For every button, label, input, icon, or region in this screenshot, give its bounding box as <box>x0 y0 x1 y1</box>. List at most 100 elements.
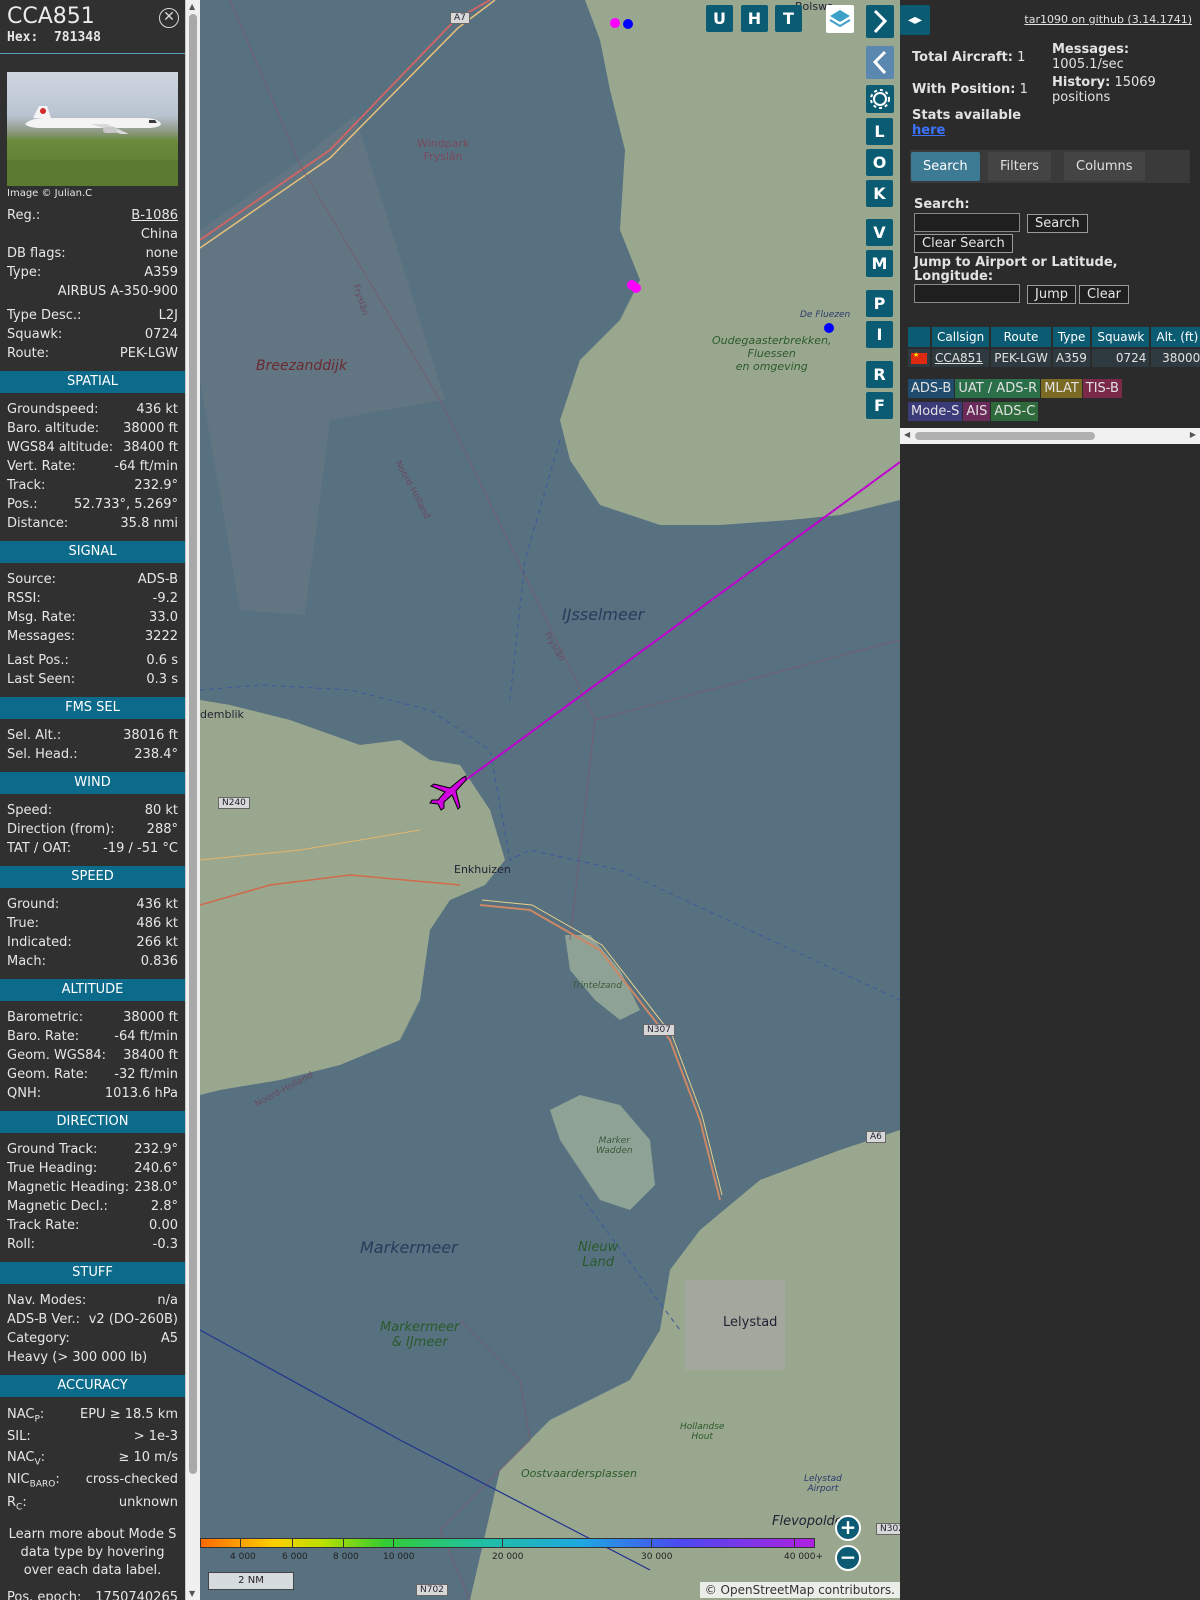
map-button-u[interactable]: U <box>706 5 733 32</box>
info-row: Direction (from): 288° <box>0 820 185 839</box>
map-label-enkhuizen: Enkhuizen <box>454 863 511 876</box>
info-row: Indicated: 266 kt <box>0 933 185 952</box>
search-button[interactable]: Search <box>1027 214 1088 233</box>
map-button-f[interactable]: F <box>866 392 893 419</box>
search-label: Search: <box>914 197 970 212</box>
nacv-row: NACV: ≥ 10 m/s <box>7 1450 178 1468</box>
info-row-value: 240.6° <box>134 1161 178 1176</box>
zoom-in-button[interactable]: + <box>835 1515 861 1541</box>
scroll-left-icon[interactable]: ◀ <box>904 430 910 439</box>
panel-topbar: ◂▸ tar1090 on github (3.14.1741) <box>900 0 1200 40</box>
col-header-squawk[interactable]: Squawk <box>1092 327 1150 347</box>
squawk-cell: 0724 <box>1092 349 1150 367</box>
close-icon[interactable]: ✕ <box>159 8 179 28</box>
map-button-h[interactable]: H <box>741 5 768 32</box>
scroll-right-icon[interactable]: ▶ <box>1190 430 1196 439</box>
section-header-spatial: SPATIAL <box>0 371 185 393</box>
scrollbar-thumb[interactable] <box>189 14 197 1474</box>
clear-jump-button[interactable]: Clear <box>1079 285 1129 304</box>
aircraft-info-panel: CCA851 Hex: 781348 ✕ Image © Julian.C Re… <box>0 0 185 1600</box>
aircraft-marker-icon[interactable] <box>428 772 468 812</box>
expand-right-icon[interactable] <box>866 5 894 38</box>
collapse-left-icon[interactable] <box>866 46 894 79</box>
messages-rate-value: 1005.1/sec <box>1052 57 1124 72</box>
col-header-type[interactable]: Type <box>1052 327 1091 347</box>
route-row: Route: PEK-LGW <box>7 346 178 361</box>
col-header-flag[interactable] <box>908 327 930 347</box>
info-panel-scrollbar[interactable]: ▲ ▼ <box>185 0 200 1600</box>
table-row[interactable]: ★ CCA851 PEK-LGW A359 0724 38000 <box>908 349 1200 367</box>
info-row-label: ADS-B Ver.: <box>7 1312 80 1327</box>
map-button-l[interactable]: L <box>866 118 893 145</box>
map-button-i[interactable]: I <box>866 321 893 348</box>
registration-link[interactable]: B-1086 <box>131 206 178 225</box>
info-row-value: 38000 ft <box>123 1010 178 1025</box>
github-link[interactable]: tar1090 on github (3.14.1741) <box>1024 13 1192 26</box>
col-header-route[interactable]: Route <box>991 327 1051 347</box>
info-row-label: Speed: <box>7 803 53 818</box>
source-badge-mode-s: Mode-S <box>908 402 963 421</box>
info-row: Speed: 80 kt <box>0 801 185 820</box>
map-button-p[interactable]: P <box>866 290 893 317</box>
info-row: Sel. Head.: 238.4° <box>0 745 185 764</box>
settings-gear-icon[interactable] <box>866 85 894 113</box>
info-row: Mach: 0.836 <box>0 952 185 971</box>
info-row: Barometric: 38000 ft <box>0 1008 185 1027</box>
map-button-v[interactable]: V <box>866 219 893 246</box>
jump-input[interactable] <box>914 284 1020 303</box>
altitude-color-scale: 4 000 6 000 8 000 10 000 20 000 30 000 40 000+ <box>200 1538 823 1570</box>
map-button-t[interactable]: T <box>775 5 802 32</box>
osm-link[interactable]: OpenStreetMap <box>721 1583 815 1597</box>
info-row: WGS84 altitude: 38400 ft <box>0 438 185 457</box>
photo-credit: Image © Julian.C <box>7 188 93 199</box>
nicbaro-row: NICBARO: cross-checked <box>7 1472 178 1490</box>
source-legend: ADS-B UAT / ADS-R MLAT TIS-B Mode-S AIS ADS-C <box>908 379 1198 425</box>
clear-search-button[interactable]: Clear Search <box>914 234 1013 253</box>
tab-search[interactable]: Search <box>911 152 980 181</box>
col-header-callsign[interactable]: Callsign <box>932 327 990 347</box>
scroll-up-icon[interactable]: ▲ <box>189 2 195 11</box>
scroll-down-icon[interactable]: ▼ <box>189 1589 195 1598</box>
stats-here-link[interactable]: here <box>912 123 945 138</box>
altitude-tick-label: 4 000 <box>230 1552 256 1562</box>
jump-button[interactable]: Jump <box>1027 285 1076 304</box>
info-row-value: 38016 ft <box>123 728 178 743</box>
section-header-speed: SPEED <box>0 866 185 888</box>
info-row-value: -19 / -51 °C <box>103 841 178 856</box>
map-label-medemblik: demblik <box>200 708 244 721</box>
info-row-value: -9.2 <box>152 591 178 606</box>
type-desc-row: Type Desc.: L2J <box>7 308 178 323</box>
info-row-label: Geom. Rate: <box>7 1067 89 1082</box>
layers-icon[interactable] <box>826 5 854 33</box>
china-flag-icon: ★ <box>911 351 927 364</box>
map-view[interactable]: Windpark Fryslân Breezanddijk IJsselmeer… <box>200 0 900 1600</box>
tab-columns[interactable]: Columns <box>1064 152 1145 181</box>
zoom-out-button[interactable]: − <box>835 1545 861 1571</box>
hscroll-thumb[interactable] <box>915 432 1095 440</box>
info-row-value: 0.836 <box>140 954 178 969</box>
aircraft-photo[interactable] <box>7 72 178 186</box>
info-row-label: Magnetic Heading: <box>7 1180 130 1195</box>
road-label-n240: N240 <box>218 797 250 809</box>
info-row-value: 2.8° <box>150 1199 178 1214</box>
map-button-m[interactable]: M <box>866 250 893 277</box>
altitude-tick-mark <box>343 1538 344 1548</box>
toggle-sidebar-icon[interactable]: ◂▸ <box>900 5 930 35</box>
search-input[interactable] <box>914 213 1020 232</box>
info-row-value: 436 kt <box>136 402 178 417</box>
map-button-k[interactable]: K <box>866 180 893 207</box>
info-row: TAT / OAT: -19 / -51 °C <box>0 839 185 858</box>
info-row: Sel. Alt.: 38016 ft <box>0 726 185 745</box>
tab-filters[interactable]: Filters <box>988 152 1051 181</box>
map-label-de-fluezen: De Fluezen <box>800 310 851 320</box>
map-button-o[interactable]: O <box>866 149 893 176</box>
callsign-cell[interactable]: CCA851 <box>932 349 990 367</box>
panel-tabs: Search Filters Columns <box>910 150 1190 183</box>
col-header-altitude[interactable]: Alt. (ft) <box>1151 327 1200 347</box>
info-row-value: n/a <box>157 1293 178 1308</box>
info-row-value: 232.9° <box>134 1142 178 1157</box>
map-button-r[interactable]: R <box>866 361 893 388</box>
table-horizontal-scrollbar[interactable]: ◀ ▶ <box>900 428 1200 444</box>
jump-label: Jump to Airport or Latitude, Longitude: <box>914 255 1118 284</box>
section-header-wind: WIND <box>0 772 185 794</box>
